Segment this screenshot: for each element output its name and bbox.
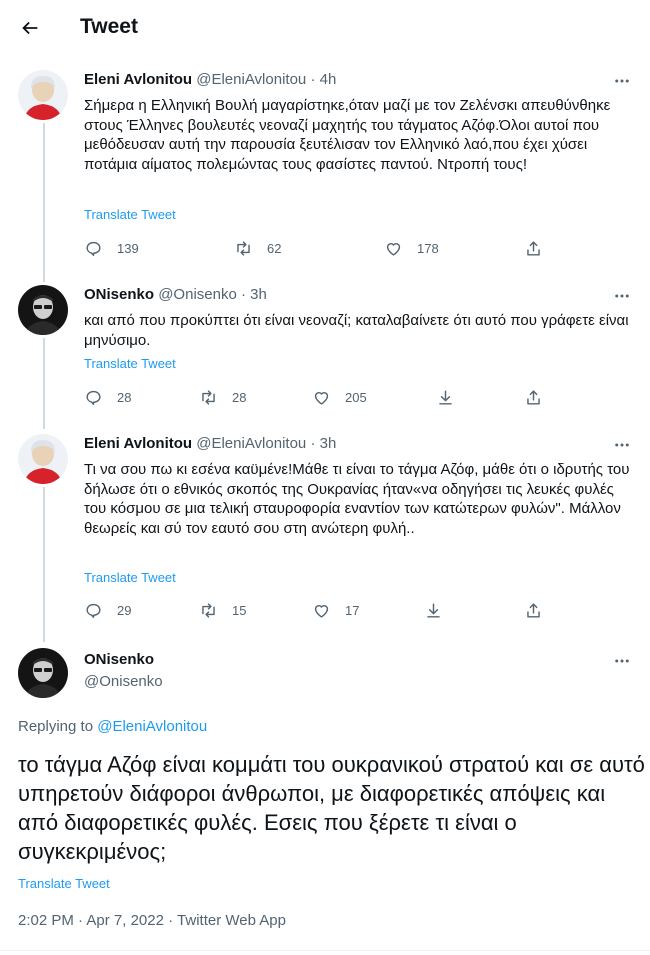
translate-tweet-link[interactable]: Translate Tweet xyxy=(84,356,176,371)
back-button[interactable] xyxy=(14,12,46,44)
retweet-count: 62 xyxy=(267,240,282,256)
download-icon xyxy=(439,389,452,405)
more-icon xyxy=(615,443,629,447)
avatar-onisenko[interactable] xyxy=(18,285,68,335)
avatar-eleni[interactable] xyxy=(18,70,68,120)
back-arrow-icon xyxy=(22,21,38,35)
author-handle[interactable]: @Onisenko xyxy=(158,286,237,303)
reply-count: 139 xyxy=(117,240,139,256)
like-icon xyxy=(314,604,329,618)
share-icon xyxy=(527,602,540,618)
tweet-time[interactable]: 3h xyxy=(320,435,337,452)
separator-dot: · xyxy=(78,912,84,929)
reply-icon xyxy=(86,241,101,256)
replying-to: Replying to @EleniAvlonitou xyxy=(18,718,207,735)
page-title: Tweet xyxy=(80,15,138,38)
replying-to-link[interactable]: @EleniAvlonitou xyxy=(97,718,207,735)
tweet-meta: Eleni Avlonitou @EleniAvlonitou · 3h xyxy=(84,435,336,452)
tweet-time[interactable]: 2:02 PM xyxy=(18,912,74,929)
separator-dot: · xyxy=(310,435,316,452)
more-icon xyxy=(615,659,629,663)
retweet-icon xyxy=(202,389,215,405)
author-handle[interactable]: @EleniAvlonitou xyxy=(196,435,306,452)
divider xyxy=(0,950,650,951)
more-icon xyxy=(615,79,629,83)
share-button[interactable] xyxy=(524,386,543,408)
like-button[interactable]: 178 xyxy=(384,237,439,259)
download-button[interactable] xyxy=(424,599,443,621)
retweet-icon xyxy=(202,602,215,618)
reply-count: 28 xyxy=(117,389,132,405)
author-name[interactable]: ONisenko xyxy=(84,286,154,303)
tweet-time[interactable]: 4h xyxy=(320,71,337,88)
tweet-meta: Eleni Avlonitou @EleniAvlonitou · 4h xyxy=(84,71,336,88)
tweet-source: Twitter Web App xyxy=(177,912,286,929)
more-button[interactable] xyxy=(610,286,634,306)
share-icon xyxy=(527,240,540,256)
like-count: 17 xyxy=(345,602,360,618)
replying-prefix: Replying to xyxy=(18,718,94,735)
more-button[interactable] xyxy=(610,651,634,671)
translate-tweet-link[interactable]: Translate Tweet xyxy=(84,207,176,222)
retweet-button[interactable]: 15 xyxy=(199,599,246,621)
tweet-date[interactable]: Apr 7, 2022 xyxy=(86,912,164,929)
separator-dot: · xyxy=(240,286,246,303)
share-button[interactable] xyxy=(524,237,543,259)
tweet-time[interactable]: 3h xyxy=(250,286,267,303)
separator-dot: · xyxy=(168,912,174,929)
like-icon xyxy=(314,391,329,405)
author-name[interactable]: Eleni Avlonitou xyxy=(84,435,192,452)
retweet-count: 28 xyxy=(232,389,247,405)
retweet-icon xyxy=(237,240,250,256)
like-button[interactable]: 205 xyxy=(312,386,367,408)
reply-button[interactable]: 28 xyxy=(84,386,131,408)
like-count: 178 xyxy=(417,240,439,256)
tweet-meta: ONisenko @Onisenko · 3h xyxy=(84,286,267,303)
retweet-button[interactable]: 28 xyxy=(199,386,246,408)
reply-count: 29 xyxy=(117,602,132,618)
thread-line xyxy=(43,123,45,282)
tweet-actions: 139 62 178 xyxy=(84,237,564,259)
thread-line xyxy=(43,487,45,642)
like-count: 205 xyxy=(345,389,367,405)
tweet-actions: 29 15 17 xyxy=(84,599,564,621)
focused-tweet-text: το τάγμα Αζόφ είναι κομμάτι του ουκρανικ… xyxy=(18,752,645,864)
page-header: Tweet xyxy=(0,0,650,56)
avatar-onisenko[interactable] xyxy=(18,648,68,698)
author-handle[interactable]: @Onisenko xyxy=(84,673,163,690)
more-icon xyxy=(615,294,629,298)
retweet-count: 15 xyxy=(232,602,247,618)
thread-line xyxy=(43,338,45,429)
reply-icon xyxy=(86,390,101,405)
author-name[interactable]: ONisenko xyxy=(84,651,154,668)
translate-tweet-link[interactable]: Translate Tweet xyxy=(84,570,176,585)
more-button[interactable] xyxy=(610,71,634,91)
retweet-button[interactable]: 62 xyxy=(234,237,281,259)
like-icon xyxy=(386,242,401,256)
more-button[interactable] xyxy=(610,435,634,455)
author-name[interactable]: Eleni Avlonitou xyxy=(84,71,192,88)
like-button[interactable]: 17 xyxy=(312,599,359,621)
share-button[interactable] xyxy=(524,599,543,621)
tweet-text: Σήμερα η Ελληνική Βουλή μαγαρίστηκε,όταν… xyxy=(84,97,611,173)
translate-tweet-link[interactable]: Translate Tweet xyxy=(18,876,110,891)
tweet-text: Τι να σου πω κι εσένα καϋμένε!Μάθε τι εί… xyxy=(84,461,630,537)
share-icon xyxy=(527,389,540,405)
download-icon xyxy=(427,602,440,618)
tweet-timestamp: 2:02 PM · Apr 7, 2022 · Twitter Web App xyxy=(18,912,286,929)
tweet-actions: 28 28 205 xyxy=(84,386,564,408)
author-handle[interactable]: @EleniAvlonitou xyxy=(196,71,306,88)
tweet-text: και από που προκύπτει ότι είναι νεοναζί;… xyxy=(84,312,629,349)
reply-button[interactable]: 139 xyxy=(84,237,139,259)
reply-button[interactable]: 29 xyxy=(84,599,131,621)
avatar-eleni[interactable] xyxy=(18,434,68,484)
separator-dot: · xyxy=(310,71,316,88)
download-button[interactable] xyxy=(436,386,455,408)
reply-icon xyxy=(86,603,101,618)
